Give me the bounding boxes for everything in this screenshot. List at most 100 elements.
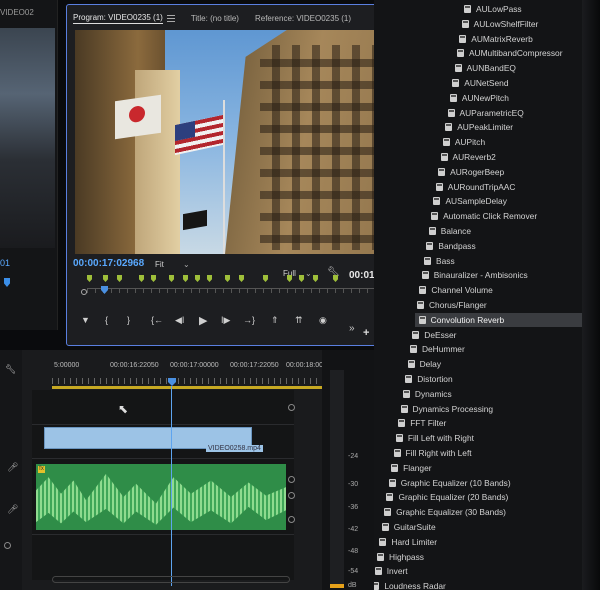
effect-item[interactable]: AUMultibandCompressor	[456, 46, 563, 60]
work-area-bar[interactable]	[52, 386, 322, 389]
effect-item[interactable]: Fill Left with Right	[395, 431, 474, 445]
effect-item[interactable]: Graphic Equalizer (10 Bands)	[388, 476, 511, 490]
effect-item[interactable]: AUSampleDelay	[433, 194, 507, 208]
panel-menu-icon[interactable]	[166, 14, 175, 22]
track-circle-icon[interactable]	[4, 542, 11, 549]
effect-item[interactable]: AURogerBeep	[438, 165, 504, 179]
audio-clip[interactable]	[36, 464, 286, 530]
more-controls-icon[interactable]: »	[349, 323, 355, 334]
marker[interactable]	[183, 275, 188, 282]
button-editor-icon[interactable]: +	[363, 327, 369, 339]
tab-reference[interactable]: Reference: VIDEO0235 (1)	[255, 14, 351, 23]
mark-out-button[interactable]: }	[127, 315, 130, 325]
export-frame-button[interactable]: ◉	[319, 315, 327, 326]
effect-item[interactable]: Loudness Radar	[374, 579, 446, 590]
effect-item[interactable]: GuitarSuite	[381, 520, 436, 534]
effect-item[interactable]: DeHummer	[409, 342, 465, 356]
marker[interactable]	[103, 275, 108, 282]
marker[interactable]	[87, 275, 92, 282]
effect-item[interactable]: Graphic Equalizer (20 Bands)	[386, 490, 508, 504]
effect-item[interactable]: AULowShelfFilter	[461, 17, 538, 31]
tab-title[interactable]: Title: (no title)	[191, 14, 239, 23]
microphone-icon[interactable]: 🎤︎	[7, 504, 18, 515]
audio-effect-icon	[435, 182, 443, 191]
effect-item[interactable]: Invert	[374, 564, 408, 578]
wrench-icon[interactable]: 🔧︎	[5, 364, 16, 375]
effect-item[interactable]: Hard Limiter	[379, 535, 437, 549]
effect-item[interactable]: AUParametricEQ	[447, 106, 524, 120]
mark-in-button[interactable]: {	[105, 315, 108, 325]
extract-button[interactable]: ⇈	[295, 315, 303, 326]
go-to-out-button[interactable]: →}	[243, 315, 255, 325]
effect-item[interactable]: Balance	[428, 224, 471, 238]
chevron-down-icon[interactable]: ⌄	[183, 260, 190, 269]
timeline-scrollbar[interactable]	[52, 576, 290, 583]
fx-badge-icon[interactable]: fx	[38, 466, 45, 473]
track-circle-icon[interactable]	[288, 516, 295, 523]
step-back-button[interactable]: ◀I	[175, 315, 184, 326]
marker[interactable]	[151, 275, 156, 282]
effect-item[interactable]: AUReverb2	[440, 150, 496, 164]
meter-peak	[330, 584, 344, 588]
effect-item[interactable]: Automatic Click Remover	[431, 209, 537, 223]
timeline-playhead-line[interactable]	[171, 386, 172, 586]
timeline-panel: 5:00000 00:00:16:22050 00:00:17:00000 00…	[22, 350, 335, 590]
effect-item[interactable]: Bandpass	[426, 239, 476, 253]
effect-item-label: AUReverb2	[452, 152, 496, 162]
effect-item[interactable]: Dynamics	[402, 387, 452, 401]
marker[interactable]	[117, 275, 122, 282]
tab-program[interactable]: Program: VIDEO0235 (1)	[73, 13, 163, 24]
effect-item[interactable]: Distortion	[405, 372, 453, 386]
marker[interactable]	[195, 275, 200, 282]
effect-item[interactable]: AUNewPitch	[449, 91, 509, 105]
add-marker-button[interactable]: ▼	[81, 315, 90, 325]
effect-item-selected[interactable]: Convolution Reverb	[414, 312, 590, 327]
effect-item[interactable]: AUPeakLimiter	[445, 120, 513, 134]
marker[interactable]	[225, 275, 230, 282]
marker[interactable]	[313, 275, 318, 282]
marker[interactable]	[239, 275, 244, 282]
play-button[interactable]: ▶	[199, 314, 207, 327]
marker[interactable]	[287, 275, 292, 282]
microphone-icon[interactable]: 🎤︎	[7, 462, 18, 473]
effect-item[interactable]: AUPitch	[442, 135, 485, 149]
effect-item[interactable]: AURoundTripAAC	[435, 180, 515, 194]
lift-button[interactable]: ⇑	[271, 315, 279, 326]
source-playhead-icon[interactable]	[4, 278, 10, 287]
marker[interactable]	[139, 275, 144, 282]
zoom-select[interactable]: Fit	[155, 260, 164, 269]
source-tab[interactable]: VIDEO02	[0, 8, 34, 17]
effect-item[interactable]: Bass	[424, 254, 455, 268]
marker[interactable]	[299, 275, 304, 282]
effect-item[interactable]: Graphic Equalizer (30 Bands)	[384, 505, 506, 519]
marker[interactable]	[207, 275, 212, 282]
effect-item[interactable]: AULowPass	[464, 2, 522, 16]
timeline-ruler[interactable]: 5:00000 00:00:16:22050 00:00:17:00000 00…	[52, 362, 335, 389]
effect-item[interactable]: Fill Right with Left	[393, 446, 472, 460]
marker[interactable]	[169, 275, 174, 282]
effect-item[interactable]: Chorus/Flanger	[417, 298, 487, 312]
marker[interactable]	[263, 275, 268, 282]
current-timecode[interactable]: 00:00:17:02968	[73, 258, 144, 269]
track-circle-icon[interactable]	[288, 404, 295, 411]
effect-item[interactable]: AUNetSend	[452, 76, 508, 90]
audio-effect-icon	[459, 34, 467, 43]
effect-item[interactable]: Binauralizer - Ambisonics	[421, 268, 528, 282]
effect-item[interactable]: Highpass	[377, 550, 424, 564]
effect-item[interactable]: Channel Volume	[419, 283, 493, 297]
step-forward-button[interactable]: I▶	[221, 315, 230, 326]
effect-item[interactable]: AUNBandEQ	[454, 61, 516, 75]
effect-item-label: AUNetSend	[464, 78, 509, 88]
effect-item[interactable]: FFT Filter	[398, 416, 446, 430]
effect-item[interactable]: Flanger	[391, 461, 432, 475]
video-flagpole	[223, 100, 225, 254]
effect-item[interactable]: AUMatrixReverb	[459, 32, 533, 46]
effect-item-label: Automatic Click Remover	[443, 211, 538, 222]
go-to-in-button[interactable]: {←	[151, 315, 163, 325]
effect-item[interactable]: DeEsser	[412, 328, 456, 342]
track-circle-icon[interactable]	[288, 492, 295, 499]
marker[interactable]	[333, 275, 338, 282]
effect-item[interactable]: Delay	[407, 357, 441, 371]
track-circle-icon[interactable]	[288, 476, 295, 483]
effect-item[interactable]: Dynamics Processing	[400, 402, 493, 416]
